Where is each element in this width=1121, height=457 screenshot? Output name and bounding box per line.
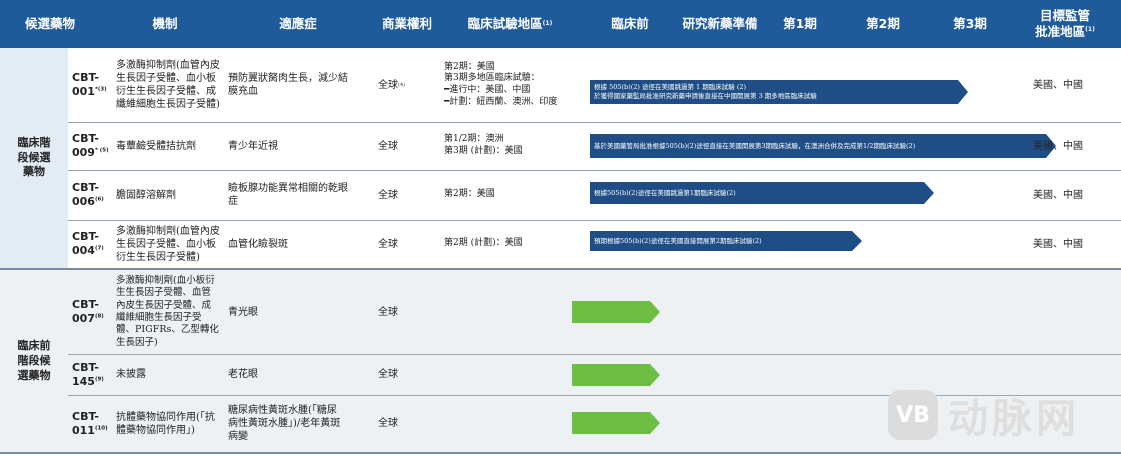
rights: 全球: [378, 189, 398, 201]
mechanism: 毒蕈鹼受體拮抗劑: [116, 140, 196, 152]
mechanism: 未披露: [116, 369, 146, 380]
rights: 全球: [378, 238, 398, 250]
category-clinical: 臨床階段候選藥物: [0, 48, 68, 268]
drug-code: CBT-001*(3): [72, 71, 107, 98]
drug-code: CBT-004(7): [72, 230, 104, 257]
header-phase2: 第2期: [866, 16, 900, 32]
row-divider: [68, 354, 1121, 355]
watermark: VB 动脉网: [888, 390, 1113, 442]
progress-arrow: 預期根據505(b)(2)途徑在美國直接開展第2期臨床試驗(2): [590, 231, 862, 251]
progress-arrow: 根據505(b)(2)途徑在美國跳過第1期臨床試驗(2): [590, 182, 934, 204]
drug-code: CBT-145(9): [72, 360, 104, 388]
table-bottom: [0, 452, 1121, 454]
indication: 預防翼狀胬肉生長，減少結膜充血: [228, 73, 348, 97]
row-divider: [68, 122, 1121, 123]
drug-code: CBT-007(8): [72, 298, 104, 325]
drug-code: CBT-006(6): [72, 181, 104, 208]
indication: 瞼板腺功能異常相關的乾眼症: [228, 183, 348, 207]
header-phase1: 第1期: [783, 16, 817, 32]
trial-region: 第2期：美國: [444, 189, 495, 200]
rights: 全球: [378, 306, 398, 318]
drug-code: CBT-011(10): [72, 409, 108, 437]
header-target: 目標監管 批准地區(1): [1035, 8, 1095, 39]
drug-code: CBT-009* (5): [72, 132, 109, 159]
rights: 全球: [378, 140, 398, 152]
row-divider: [68, 220, 1121, 221]
trial-region: 第1/2期：澳洲 第3期 (計劃)：美國: [444, 134, 523, 156]
progress-arrow: 基於美國藥管局批准根據505(b)(2)途徑直接在美國開展第3期臨床試驗，在澳洲…: [590, 134, 1056, 158]
header-rights: 商業權利: [381, 16, 432, 32]
target-region: 美國、中國: [1033, 189, 1083, 201]
indication: 血管化瞼裂斑: [228, 238, 288, 250]
target-region: 美國、中國: [1033, 238, 1083, 250]
mechanism: 膽固醇溶解劑: [116, 189, 176, 201]
mechanism: 多激酶抑制劑(血管內皮生長因子受體、血小板衍生生長因子受體): [116, 225, 220, 263]
progress-arrow: [572, 364, 660, 386]
trial-region: 第2期 (計劃)：美國: [444, 238, 523, 249]
mechanism: 抗體藥物協同作用(「抗體藥物協同作用」): [116, 411, 215, 436]
table-header: 候選藥物 機制 適應症 商業權利 臨床試驗地區 (1) 臨床前 研究新藥準備 第1…: [0, 0, 1121, 48]
header-region: 臨床試驗地區 (1): [467, 16, 553, 32]
indication: 青少年近視: [228, 140, 278, 152]
watermark-text: 动脉网: [948, 396, 1080, 442]
header-candidate: 候選藥物: [24, 16, 75, 32]
header-phase3: 第3期: [953, 16, 987, 32]
category-preclinical: 臨床前階段候選藥物: [0, 270, 68, 453]
rights: 全球: [378, 369, 398, 380]
mechanism: 多激酶抑制劑(血小板衍生生長因子受體、血管內皮生長因子受體、成纖維細胞生長因子受…: [116, 274, 219, 348]
header-mechanism: 機制: [152, 16, 178, 32]
indication: 糖尿病性黃斑水腫(「糖尿病性黃斑水腫」)/老年黃斑病變: [228, 405, 341, 442]
row-divider: [68, 170, 1121, 171]
progress-arrow: [572, 412, 660, 434]
header-indication: 適應症: [279, 16, 317, 32]
header-ind: 研究新藥準備: [682, 16, 758, 32]
rights: 全球 (4): [378, 79, 406, 91]
indication: 老花眼: [228, 369, 258, 380]
trial-region: 第2期：美國 第3期多地區臨床試驗： ━進行中：美國、中國 ━計劃：紐西蘭、澳洲…: [444, 61, 558, 107]
watermark-logo-icon: VB: [888, 390, 938, 440]
mechanism: 多激酶抑制劑(血管內皮生長因子受體、血小板衍生生長因子受體、成纖維細胞生長因子受…: [116, 60, 220, 110]
target-region: 美國、中國: [1033, 140, 1083, 152]
rights: 全球: [378, 418, 398, 429]
target-region: 美國、中國: [1033, 79, 1083, 91]
progress-arrow: 根據 505(b)(2) 途徑在美國跳過第 1 期臨床試驗 (2) 於獲得國家藥…: [590, 80, 968, 104]
header-preclinical: 臨床前: [611, 16, 649, 32]
indication: 青光眼: [228, 306, 258, 318]
progress-arrow: [572, 301, 660, 323]
